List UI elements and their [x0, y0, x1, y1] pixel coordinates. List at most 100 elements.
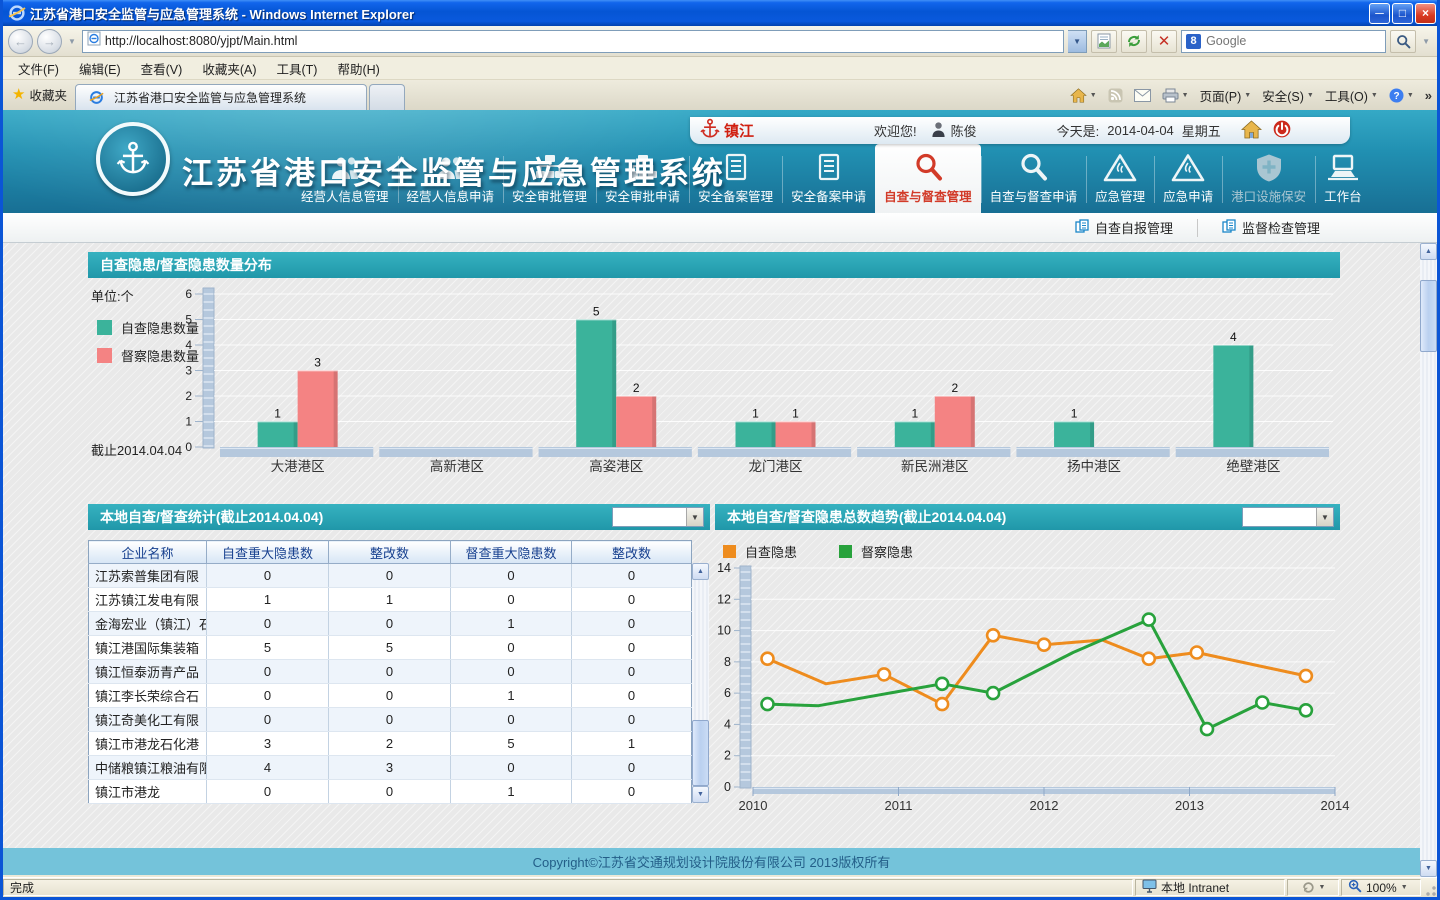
avatar — [931, 121, 946, 141]
value-cell: 0 — [207, 684, 329, 708]
protected-mode-control[interactable]: ▼ — [1287, 879, 1339, 896]
mail-button[interactable] — [1134, 89, 1151, 102]
content-area: 自查隐患/督查隐患数量分布 0123456大港港区13高新港区高姿港区52龙门港… — [0, 243, 1423, 848]
scroll-down-button[interactable]: ▼ — [692, 786, 709, 803]
value-cell: 0 — [207, 564, 329, 588]
address-bar: ← → ▼ ▼ ✕ 8 ▼ — [0, 26, 1440, 57]
anchor-icon — [700, 118, 720, 143]
value-cell: 0 — [207, 612, 329, 636]
svg-text:2: 2 — [951, 381, 958, 395]
menu-item[interactable]: 查看(V) — [131, 56, 193, 81]
legend-label: 督察隐患数量 — [121, 346, 199, 365]
menu-item[interactable]: 工具(T) — [266, 56, 327, 81]
tab-new[interactable] — [369, 84, 405, 110]
company-name-cell: 江苏索普集团有限 — [89, 564, 207, 588]
app-header: 江苏省港口安全监管与应急管理系统 镇江 欢迎您! 陈俊 今天是: 2014-04… — [0, 110, 1440, 213]
trend-filter-dropdown[interactable]: ▼ — [1242, 507, 1334, 527]
recent-pages-dropdown[interactable]: ▼ — [66, 37, 78, 46]
favorites-button[interactable]: ★ 收藏夹 — [4, 81, 75, 108]
address-input[interactable] — [105, 34, 1059, 48]
value-cell: 0 — [451, 756, 572, 780]
toolbar-overflow-button[interactable]: » — [1425, 88, 1432, 103]
address-dropdown[interactable]: ▼ — [1068, 30, 1087, 53]
data-point — [1143, 653, 1155, 665]
value-cell: 0 — [451, 564, 572, 588]
tab-active[interactable]: 江苏省港口安全监管与应急管理系统 — [75, 84, 367, 110]
bar-chart-canvas: 0123456大港港区13高新港区高姿港区52龙门港区11新民洲港区12扬中港区… — [88, 278, 1340, 480]
company-name-cell: 镇江奇美化工有限 — [89, 708, 207, 732]
data-point — [936, 698, 948, 710]
data-point — [987, 687, 999, 699]
stop-button[interactable]: ✕ — [1151, 30, 1177, 53]
value-cell: 0 — [329, 684, 451, 708]
home-icon[interactable] — [1241, 120, 1262, 142]
legend-item: 自查隐患数量 — [97, 318, 199, 337]
browser-scrollbar[interactable]: ▲ ▼ — [1420, 243, 1437, 877]
status-zone: 本地 Intranet — [1135, 879, 1285, 896]
compatibility-view-button[interactable] — [1091, 30, 1117, 53]
search-input[interactable] — [1206, 34, 1381, 48]
scroll-track[interactable] — [692, 580, 709, 786]
nav-item[interactable]: 自查与督查申请 — [981, 144, 1087, 213]
svg-text:0: 0 — [724, 780, 731, 794]
nav-item[interactable]: 工作台 — [1315, 144, 1371, 213]
close-button[interactable]: × — [1415, 3, 1436, 24]
nav-item[interactable]: 港口设施保安 — [1222, 144, 1315, 213]
command-bar: ▼ ▼ 页面(P)▼ 安全(S)▼ 工具(O)▼ ?▼ » — [1070, 80, 1436, 110]
chevron-down-icon[interactable]: ▼ — [686, 508, 703, 526]
nav-item-label: 应急管理 — [1095, 186, 1145, 205]
zoom-icon — [1348, 879, 1362, 896]
maximize-button[interactable]: □ — [1392, 3, 1413, 24]
stop-icon: ✕ — [1158, 34, 1171, 49]
forward-button[interactable]: → — [37, 29, 62, 54]
svg-text:3: 3 — [314, 356, 321, 370]
panel-header: 自查隐患/督查隐患数量分布 — [88, 252, 1340, 278]
scroll-down-button[interactable]: ▼ — [1420, 860, 1437, 877]
bar-chart-panel: 自查隐患/督查隐患数量分布 0123456大港港区13高新港区高姿港区52龙门港… — [88, 252, 1340, 480]
svg-text:2012: 2012 — [1030, 798, 1059, 813]
menu-item[interactable]: 编辑(E) — [69, 56, 131, 81]
nav-item[interactable]: 自查与督查管理 — [875, 144, 981, 213]
search-options-dropdown[interactable]: ▼ — [1420, 37, 1432, 46]
menu-item[interactable]: 帮助(H) — [327, 56, 389, 81]
chevron-down-icon[interactable]: ▼ — [1316, 508, 1333, 526]
table-row: 金海宏业（镇江）石0010 — [89, 612, 692, 636]
line-legend: 自查隐患督察隐患 — [723, 542, 913, 561]
data-point — [878, 668, 890, 680]
tools-menu-button[interactable]: 工具(O)▼ — [1325, 86, 1378, 105]
svg-text:4: 4 — [1230, 330, 1237, 344]
scroll-thumb[interactable] — [1420, 280, 1437, 352]
value-cell: 0 — [329, 660, 451, 684]
print-button[interactable]: ▼ — [1162, 88, 1189, 103]
scroll-up-button[interactable]: ▲ — [1420, 243, 1437, 260]
zoom-control[interactable]: 100% ▼ — [1341, 879, 1421, 896]
table-scrollbar[interactable]: ▲ ▼ — [692, 563, 709, 803]
refresh-button[interactable] — [1121, 30, 1147, 53]
scroll-track[interactable] — [1420, 260, 1437, 860]
scroll-up-button[interactable]: ▲ — [692, 563, 709, 580]
safety-menu-button[interactable]: 安全(S)▼ — [1262, 86, 1314, 105]
table-row: 镇江奇美化工有限0000 — [89, 708, 692, 732]
menu-item[interactable]: 文件(F) — [8, 56, 69, 81]
panel-title: 本地自查/督查隐患总数趋势(截止2014.04.04) — [727, 507, 1006, 527]
minimize-button[interactable]: ─ — [1369, 3, 1390, 24]
search-button[interactable] — [1390, 30, 1416, 53]
nav-item[interactable]: 应急申请 — [1154, 144, 1222, 213]
value-cell: 0 — [572, 780, 692, 804]
home-button[interactable]: ▼ — [1070, 88, 1097, 103]
nav-item[interactable]: 安全备案申请 — [782, 144, 875, 213]
help-button[interactable]: ?▼ — [1389, 88, 1414, 103]
copyright-text: Copyright©江苏省交通规划设计院股份有限公司 2013版权所有 — [533, 852, 891, 871]
submenu-item[interactable]: 自查自报管理 — [1051, 219, 1197, 237]
submenu-item[interactable]: 监督检查管理 — [1197, 219, 1344, 237]
page-menu-button[interactable]: 页面(P)▼ — [1200, 86, 1252, 105]
menu-item[interactable]: 收藏夹(A) — [192, 56, 266, 81]
nav-item[interactable]: 应急管理 — [1086, 144, 1154, 213]
rss-feed-button[interactable] — [1108, 88, 1123, 103]
logout-power-icon[interactable] — [1272, 119, 1292, 142]
table-filter-dropdown[interactable]: ▼ — [612, 507, 704, 527]
resize-grip[interactable] — [1423, 879, 1437, 896]
scroll-thumb[interactable] — [692, 720, 709, 786]
back-button[interactable]: ← — [8, 29, 33, 54]
value-cell: 0 — [572, 684, 692, 708]
